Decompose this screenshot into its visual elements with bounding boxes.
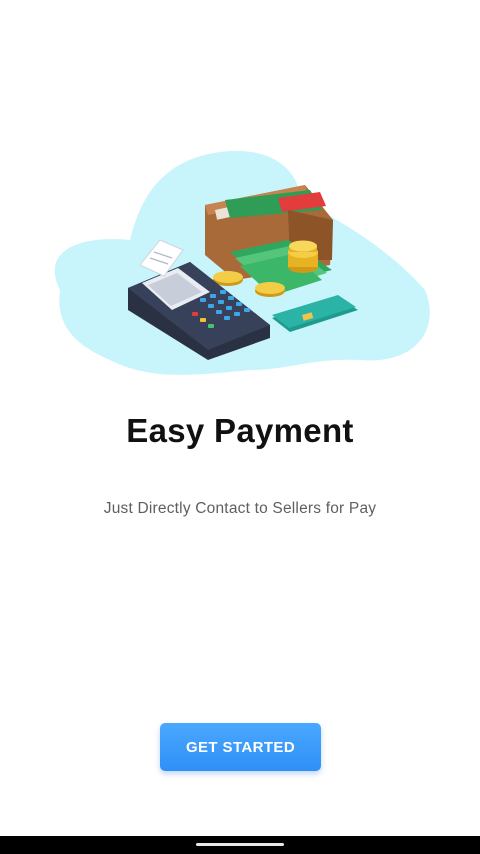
home-indicator[interactable] (196, 843, 284, 846)
payment-illustration (54, 150, 430, 375)
system-nav-bar (0, 836, 480, 854)
get-started-button[interactable]: GET STARTED (160, 723, 321, 771)
coin-icon (288, 240, 318, 273)
onboarding-screen: Easy Payment Just Directly Contact to Se… (0, 0, 480, 854)
page-subtitle: Just Directly Contact to Sellers for Pay (103, 500, 377, 517)
page-title: Easy Payment (126, 412, 354, 449)
